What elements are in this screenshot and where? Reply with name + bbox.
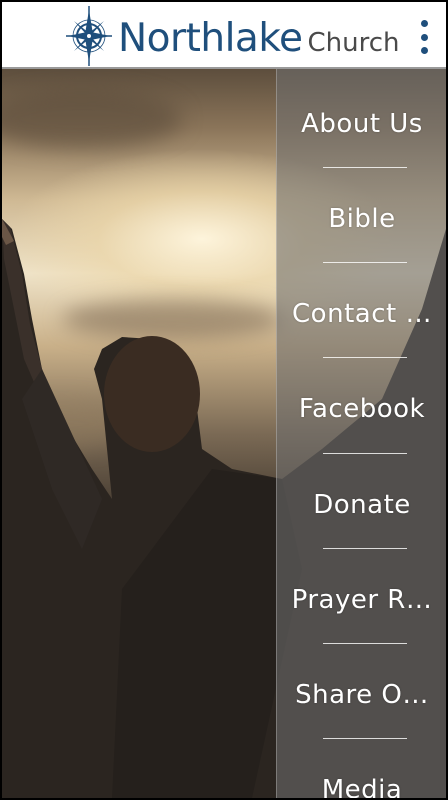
menu-item-media[interactable]: Media xyxy=(277,742,446,799)
menu-divider xyxy=(323,738,407,739)
menu-item-label: About Us xyxy=(301,108,423,139)
menu-item-bible[interactable]: Bible xyxy=(277,171,446,266)
menu-item-label: Share O… xyxy=(295,679,429,710)
menu-item-label: Donate xyxy=(313,489,411,520)
menu-divider xyxy=(323,453,407,454)
menu-divider xyxy=(323,548,407,549)
brand-main-text: Northlake xyxy=(118,15,303,61)
menu-divider xyxy=(323,167,407,168)
menu-dot xyxy=(420,47,428,54)
app-frame: Northlake Church About Us Bible Contact … xyxy=(2,2,446,798)
menu-item-label: Facebook xyxy=(298,393,426,424)
brand-sub-text: Church xyxy=(307,27,400,58)
menu-item-label: Bible xyxy=(328,203,396,234)
overflow-menu-icon[interactable] xyxy=(418,20,430,54)
menu-dot xyxy=(420,20,428,27)
menu-item-label: Prayer R… xyxy=(291,584,433,615)
menu-item-donate[interactable]: Donate xyxy=(277,457,446,552)
menu-divider xyxy=(323,643,407,644)
menu-divider xyxy=(323,357,407,358)
menu-item-about-us[interactable]: About Us xyxy=(277,76,446,171)
menu-item-label: Media xyxy=(321,774,403,799)
menu-divider xyxy=(323,262,407,263)
brand-name: Northlake Church xyxy=(118,16,400,61)
side-navigation-menu: About Us Bible Contact … Facebook Donate… xyxy=(276,69,446,798)
menu-item-contact[interactable]: Contact … xyxy=(277,266,446,361)
church-logo[interactable]: Northlake Church xyxy=(64,4,400,68)
compass-rose-icon xyxy=(66,6,112,66)
menu-item-facebook[interactable]: Facebook xyxy=(277,361,446,456)
app-header: Northlake Church xyxy=(2,2,446,69)
menu-dot xyxy=(420,33,428,41)
menu-item-share[interactable]: Share O… xyxy=(277,647,446,742)
menu-item-prayer-request[interactable]: Prayer R… xyxy=(277,552,446,647)
menu-item-label: Contact … xyxy=(292,298,432,329)
